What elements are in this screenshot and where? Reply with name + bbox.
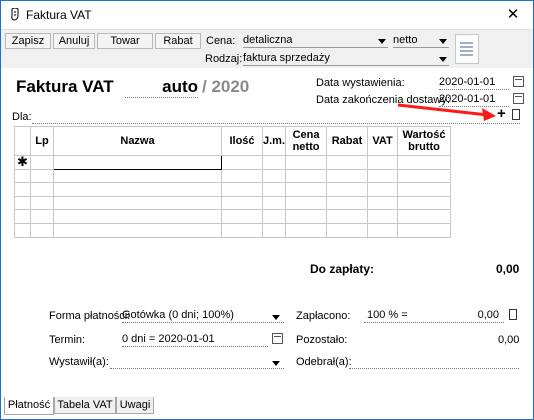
window-title: Faktura VAT	[26, 8, 92, 22]
positions-table: Lp Nazwa Ilość J.m. Cena netto Rabat VAT…	[14, 126, 452, 238]
chevron-down-icon[interactable]	[378, 39, 386, 44]
name-input[interactable]	[53, 155, 222, 170]
table-row[interactable]: ✱	[14, 155, 452, 170]
invoice-number[interactable]: auto	[125, 77, 198, 98]
paid-field[interactable]: 100 % = 0,00	[364, 309, 504, 323]
price-label: Cena:	[206, 35, 236, 47]
chevron-down-icon[interactable]	[272, 315, 280, 320]
remaining-label: Pozostało:	[296, 334, 348, 346]
price-type-value: detaliczna	[243, 34, 293, 46]
price-type-select[interactable]: detaliczna	[243, 34, 388, 48]
tab-notes[interactable]: Uwagi	[116, 397, 154, 414]
invoice-year: / 2020	[202, 77, 250, 96]
chevron-down-icon[interactable]	[439, 57, 447, 62]
title-bar: Faktura VAT ✕	[1, 1, 533, 29]
calendar-icon[interactable]	[513, 93, 524, 104]
col-marker	[14, 126, 31, 156]
calendar-icon[interactable]	[513, 76, 524, 87]
payment-method-value: Gotówka (0 dni; 100%)	[122, 309, 234, 321]
term-field[interactable]: 0 dni = 2020-01-01	[122, 333, 268, 347]
receiver-field[interactable]	[349, 355, 519, 369]
type-label: Rodzaj:	[205, 53, 243, 65]
col-vat[interactable]: VAT	[367, 126, 399, 156]
invoice-type-value: faktura sprzedaży	[243, 52, 330, 64]
remaining-value: 0,00	[498, 334, 520, 346]
tab-payment[interactable]: Płatność	[4, 397, 54, 415]
toolbar: Zapisz Anuluj Towar Rabat Cena: detalicz…	[1, 29, 533, 68]
annotation-arrow-icon	[397, 103, 496, 121]
app-icon	[11, 8, 19, 21]
issuer-label: Wystawił(a):	[49, 356, 109, 368]
payment-method-label: Forma płatności:	[49, 310, 131, 322]
invoice-title: Faktura VAT	[16, 77, 114, 96]
col-gross-value[interactable]: Wartość brutto	[397, 126, 452, 156]
issue-date-field[interactable]: 2020-01-01	[439, 76, 509, 90]
col-net-price[interactable]: Cena netto	[285, 126, 328, 156]
term-label: Termin:	[49, 334, 86, 346]
list-icon[interactable]	[512, 109, 520, 120]
paid-value: 0,00	[477, 309, 499, 321]
document-icon[interactable]	[455, 34, 479, 64]
table-row[interactable]	[14, 222, 452, 238]
issuer-field[interactable]	[110, 355, 284, 369]
issue-date-value: 2020-01-01	[439, 76, 496, 88]
amount-due-label: Do zapłaty:	[310, 262, 375, 276]
calendar-icon[interactable]	[272, 333, 283, 344]
chevron-down-icon[interactable]	[439, 39, 447, 44]
issue-date-label: Data wystawienia:	[316, 77, 405, 89]
invoice-window: Faktura VAT ✕ Zapisz Anuluj Towar Rabat …	[0, 0, 534, 420]
buyer-label: Dla:	[12, 111, 32, 123]
calculator-icon[interactable]	[509, 309, 517, 320]
new-row-marker: ✱	[14, 155, 31, 170]
chevron-down-icon[interactable]	[272, 361, 280, 366]
col-lp[interactable]: Lp	[30, 126, 54, 156]
invoice-form: Faktura VAT auto / 2020 Data wystawienia…	[6, 67, 528, 395]
table-row[interactable]	[14, 182, 452, 197]
save-button[interactable]: Zapisz	[5, 33, 51, 49]
tab-vat-table[interactable]: Tabela VAT	[54, 397, 116, 414]
net-gross-value: netto	[393, 34, 418, 46]
table-row[interactable]	[14, 168, 452, 184]
table-row[interactable]	[14, 209, 452, 224]
product-button[interactable]: Towar	[97, 33, 153, 49]
paid-percent: 100 % =	[367, 309, 408, 321]
close-button[interactable]: ✕	[493, 1, 533, 29]
receiver-label: Odebrał(a):	[296, 356, 352, 368]
payment-method-select[interactable]: Gotówka (0 dni; 100%)	[122, 309, 284, 323]
invoice-type-select[interactable]: faktura sprzedaży	[243, 52, 449, 66]
table-header-row: Lp Nazwa Ilość J.m. Cena netto Rabat VAT…	[14, 126, 452, 156]
term-value: 0 dni = 2020-01-01	[122, 333, 215, 345]
col-name[interactable]: Nazwa	[53, 126, 222, 156]
col-qty[interactable]: Ilość	[221, 126, 263, 156]
discount-button[interactable]: Rabat	[155, 33, 201, 49]
paid-label: Zapłacono:	[296, 310, 351, 322]
amount-due-value: 0,00	[496, 262, 520, 276]
table-row[interactable]	[14, 195, 452, 211]
cancel-button[interactable]: Anuluj	[53, 33, 95, 49]
add-position-button[interactable]: +	[497, 105, 506, 122]
col-unit[interactable]: J.m.	[261, 126, 287, 156]
col-discount[interactable]: Rabat	[326, 126, 369, 156]
